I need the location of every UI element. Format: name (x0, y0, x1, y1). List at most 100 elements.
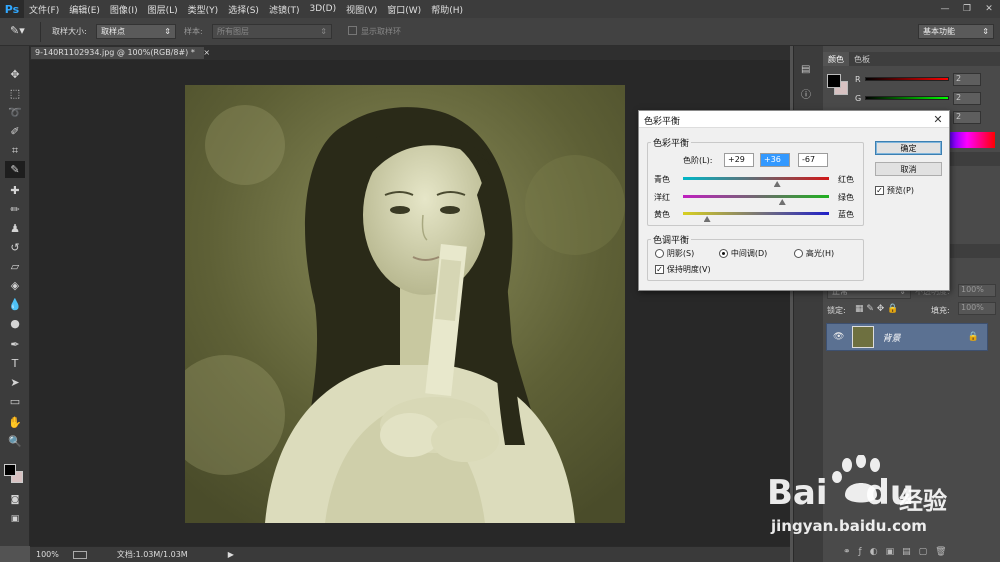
screen-mode-icon[interactable]: ▣ (5, 510, 25, 527)
history-brush-tool-icon[interactable]: ↺ (5, 239, 25, 256)
channel-r-value[interactable]: 2 (953, 73, 981, 86)
sample-size-select[interactable]: 取样点 ⇕ (96, 24, 176, 39)
eye-icon[interactable]: 👁 (833, 332, 844, 342)
slider-bar[interactable] (683, 177, 829, 180)
document-tab[interactable]: 9-140R1102934.jpg @ 100%(RGB/8#) * × (30, 46, 210, 60)
preview-checkbox[interactable]: ✓ (875, 186, 884, 195)
layer-thumbnail (852, 326, 875, 348)
move-tool-icon[interactable]: ✥ (5, 66, 25, 83)
panel-foreground-swatch[interactable] (827, 74, 841, 88)
preserve-label: 保持明度(V) (666, 265, 711, 274)
channel-b-value[interactable]: 2 (953, 111, 981, 124)
properties-panel-icon[interactable]: ⓘ (801, 86, 817, 101)
radio-highlights-label: 高光(H) (805, 249, 835, 258)
menu-3d[interactable]: 3D(D) (304, 4, 341, 14)
layer-actions-icons[interactable]: ⚭ƒ◐▣▤▢🗑 (843, 547, 993, 559)
hand-tool-icon[interactable]: ✋ (5, 414, 25, 431)
ok-button[interactable]: 确定 (875, 141, 942, 155)
lasso-tool-icon[interactable]: ➰ (5, 104, 25, 121)
sample-select[interactable]: 所有图层 ⇕ (212, 24, 332, 39)
document-size: 文档:1.03M/1.03M (116, 550, 188, 559)
eraser-tool-icon[interactable]: ▱ (5, 258, 25, 275)
tab-color[interactable]: 颜色 (823, 52, 849, 66)
portrait-photo (185, 85, 625, 523)
status-bar: 100% 文档:1.03M/1.03M ▶ (30, 546, 790, 562)
lock-icons[interactable]: ▦ ✎ ✥ 🔒 (855, 304, 898, 314)
restore-button[interactable]: ❐ (956, 0, 978, 18)
paint-bucket-tool-icon[interactable]: ◈ (5, 277, 25, 294)
eyedropper-preset-icon[interactable]: ✎▾ (10, 24, 32, 40)
menu-edit[interactable]: 编辑(E) (64, 3, 105, 16)
healing-brush-tool-icon[interactable]: ✚ (5, 182, 25, 199)
fill-label: 填充: (931, 306, 950, 315)
brush-tool-icon[interactable]: ✏ (5, 201, 25, 218)
level-input-3[interactable]: -67 (798, 153, 828, 167)
crop-tool-icon[interactable]: ⌗ (5, 142, 25, 159)
radio-midtones[interactable]: 中间调(D) (719, 248, 767, 259)
slider-right-label: 绿色 (838, 193, 854, 202)
preserve-luminosity[interactable]: ✓ 保持明度(V) (655, 264, 711, 275)
radio-shadows-label: 阴影(S) (666, 249, 695, 258)
dialog-titlebar[interactable]: 色彩平衡 (639, 111, 949, 128)
path-select-tool-icon[interactable]: ➤ (5, 374, 25, 391)
history-panel-icon[interactable]: ▤ (801, 64, 817, 78)
radio-shadows[interactable]: 阴影(S) (655, 248, 694, 259)
level-input-1[interactable]: +29 (724, 153, 754, 167)
menu-bar: Ps 文件(F) 编辑(E) 图像(I) 图层(L) 类型(Y) 选择(S) 滤… (0, 0, 1000, 18)
menu-layer[interactable]: 图层(L) (143, 3, 183, 16)
workspace-select[interactable]: 基本功能 ⇕ (918, 24, 994, 39)
chevron-updown-icon: ⇕ (164, 27, 171, 36)
type-tool-icon[interactable]: T (5, 355, 25, 372)
opacity-value[interactable]: 100% (958, 284, 996, 297)
slider-bar[interactable] (683, 212, 829, 215)
quick-mask-icon[interactable]: ◙ (5, 491, 25, 508)
menu-view[interactable]: 视图(V) (341, 3, 382, 16)
menu-window[interactable]: 窗口(W) (382, 3, 426, 16)
eyedropper-tool-icon[interactable]: ✎ (5, 161, 25, 178)
dialog-close-icon[interactable]: ✕ (931, 112, 945, 126)
close-tab-icon[interactable]: × (203, 48, 210, 57)
radio-shadows-circle[interactable] (655, 249, 664, 258)
tab-swatches[interactable]: 色板 (849, 52, 875, 66)
zoom-level[interactable]: 100% (36, 550, 59, 559)
zoom-tool-icon[interactable]: 🔍 (5, 433, 25, 450)
level-input-2[interactable]: +36 (760, 153, 790, 167)
menu-filter[interactable]: 滤镜(T) (264, 3, 305, 16)
close-window-button[interactable]: ✕ (978, 0, 1000, 18)
radio-highlights[interactable]: 高光(H) (794, 248, 834, 259)
marquee-tool-icon[interactable]: ⬚ (5, 85, 25, 102)
status-arrow-icon[interactable]: ▶ (228, 550, 234, 559)
slider-bar[interactable] (683, 195, 829, 198)
channel-r-slider[interactable] (865, 77, 949, 81)
toolbox: ✥ ⬚ ➰ ✐ ⌗ ✎ ✚ ✏ ♟ ↺ ▱ ◈ 💧 ● ✒ T ➤ ▭ ✋ 🔍 … (0, 46, 30, 546)
channel-g-slider[interactable] (865, 96, 949, 100)
minimize-button[interactable]: — (934, 0, 956, 18)
channel-g-value[interactable]: 2 (953, 92, 981, 105)
rectangle-tool-icon[interactable]: ▭ (5, 393, 25, 410)
dodge-tool-icon[interactable]: ● (5, 315, 25, 332)
show-ring-checkbox[interactable] (348, 26, 357, 35)
status-menu-icon[interactable] (72, 550, 87, 559)
pen-tool-icon[interactable]: ✒ (5, 336, 25, 353)
menu-file[interactable]: 文件(F) (24, 3, 64, 16)
menu-type[interactable]: 类型(Y) (183, 3, 224, 16)
preserve-checkbox[interactable]: ✓ (655, 265, 664, 274)
clone-stamp-tool-icon[interactable]: ♟ (5, 220, 25, 237)
menu-image[interactable]: 图像(I) (105, 3, 143, 16)
menu-help[interactable]: 帮助(H) (426, 3, 468, 16)
show-ring-label: 显示取样环 (361, 27, 401, 36)
fill-value[interactable]: 100% (958, 302, 996, 315)
blur-tool-icon[interactable]: 💧 (5, 296, 25, 313)
document-image[interactable] (185, 85, 625, 523)
foreground-color-swatch[interactable] (4, 464, 16, 476)
lock-icon[interactable]: 🔒 (968, 332, 979, 342)
radio-midtones-circle[interactable] (719, 249, 728, 258)
menu-select[interactable]: 选择(S) (223, 3, 264, 16)
layer-row[interactable]: 👁 背景 🔒 (826, 323, 988, 351)
preview-toggle[interactable]: ✓ 预览(P) (875, 185, 914, 196)
layer-name[interactable]: 背景 (882, 331, 900, 344)
quick-select-tool-icon[interactable]: ✐ (5, 123, 25, 140)
radio-highlights-circle[interactable] (794, 249, 803, 258)
cancel-button[interactable]: 取消 (875, 162, 942, 176)
slider-left-label: 黄色 (654, 210, 670, 219)
